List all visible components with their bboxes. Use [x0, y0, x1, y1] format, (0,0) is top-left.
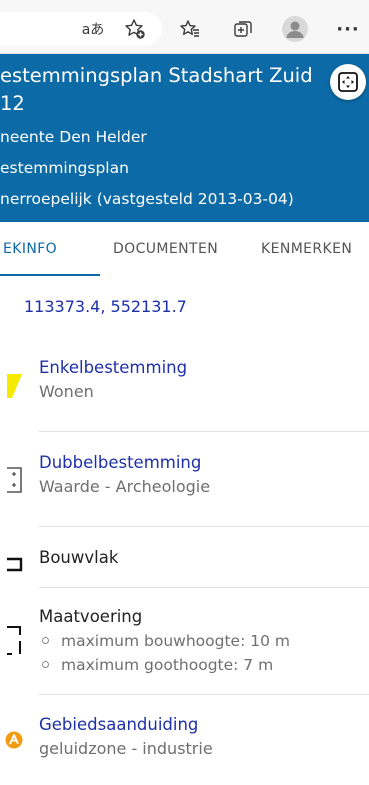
orange-badge-icon: [5, 731, 23, 749]
tab-plekinfo[interactable]: EKINFO: [3, 241, 57, 257]
enkelbestemming-value: Wonen: [39, 382, 94, 401]
coordinates: 113373.4, 552131.7: [24, 297, 187, 316]
yellow-parallelogram-icon: [7, 374, 22, 398]
bullet-dot: [42, 637, 49, 644]
gebiedsaanduiding-link[interactable]: Gebiedsaanduiding: [39, 715, 198, 734]
dashed-bracket-icon: [7, 626, 21, 655]
bullet-text: maximum bouwhoogte: 10 m: [61, 632, 290, 650]
list-item: maximum goothoogte: 7 m: [39, 656, 273, 674]
browser-toolbar: aあ ···: [0, 0, 369, 54]
bullet-dot: [42, 661, 49, 668]
plan-type: estemmingsplan: [0, 159, 129, 177]
star-plus-icon[interactable]: [120, 14, 150, 44]
plan-status: nerroepelijk (vastgesteld 2013-03-04): [0, 190, 294, 208]
tab-kenmerken[interactable]: KENMERKEN: [261, 241, 352, 257]
divider: [39, 431, 369, 432]
read-aloud-button[interactable]: aあ: [78, 14, 108, 44]
tab-bar: EKINFO DOCUMENTEN KENMERKEN: [0, 222, 369, 276]
collections-icon[interactable]: [228, 14, 258, 44]
bullet-text: maximum goothoogte: 7 m: [61, 656, 274, 674]
dubbelbestemming-link[interactable]: Dubbelbestemming: [39, 453, 201, 472]
read-aloud-label: aあ: [81, 22, 105, 38]
profile-avatar-icon[interactable]: [282, 16, 308, 42]
favorites-list-icon[interactable]: [175, 14, 205, 44]
active-tab-indicator: [0, 274, 100, 276]
maatvoering-title: Maatvoering: [39, 607, 143, 626]
more-menu-button[interactable]: ···: [333, 14, 363, 44]
bracket-icon: [7, 557, 23, 572]
plan-title: estemmingsplan Stadshart Zuid 12: [0, 64, 313, 115]
divider: [39, 526, 369, 527]
tab-documenten[interactable]: DOCUMENTEN: [113, 241, 218, 257]
divider: [39, 694, 369, 695]
more-label: ···: [336, 18, 360, 40]
divider: [39, 587, 369, 588]
dotted-box-icon: [7, 467, 22, 493]
dubbelbestemming-value: Waarde - Archeologie: [39, 477, 211, 496]
plan-municipality: neente Den Helder: [0, 128, 147, 146]
plan-header: estemmingsplan Stadshart Zuid 12 neente …: [0, 54, 369, 222]
enkelbestemming-link[interactable]: Enkelbestemming: [39, 358, 187, 377]
gebiedsaanduiding-value: geluidzone - industrie: [39, 739, 213, 758]
list-item: maximum bouwhoogte: 10 m: [39, 632, 290, 650]
expand-icon[interactable]: [330, 64, 366, 100]
bouwvlak-title: Bouwvlak: [39, 548, 119, 567]
